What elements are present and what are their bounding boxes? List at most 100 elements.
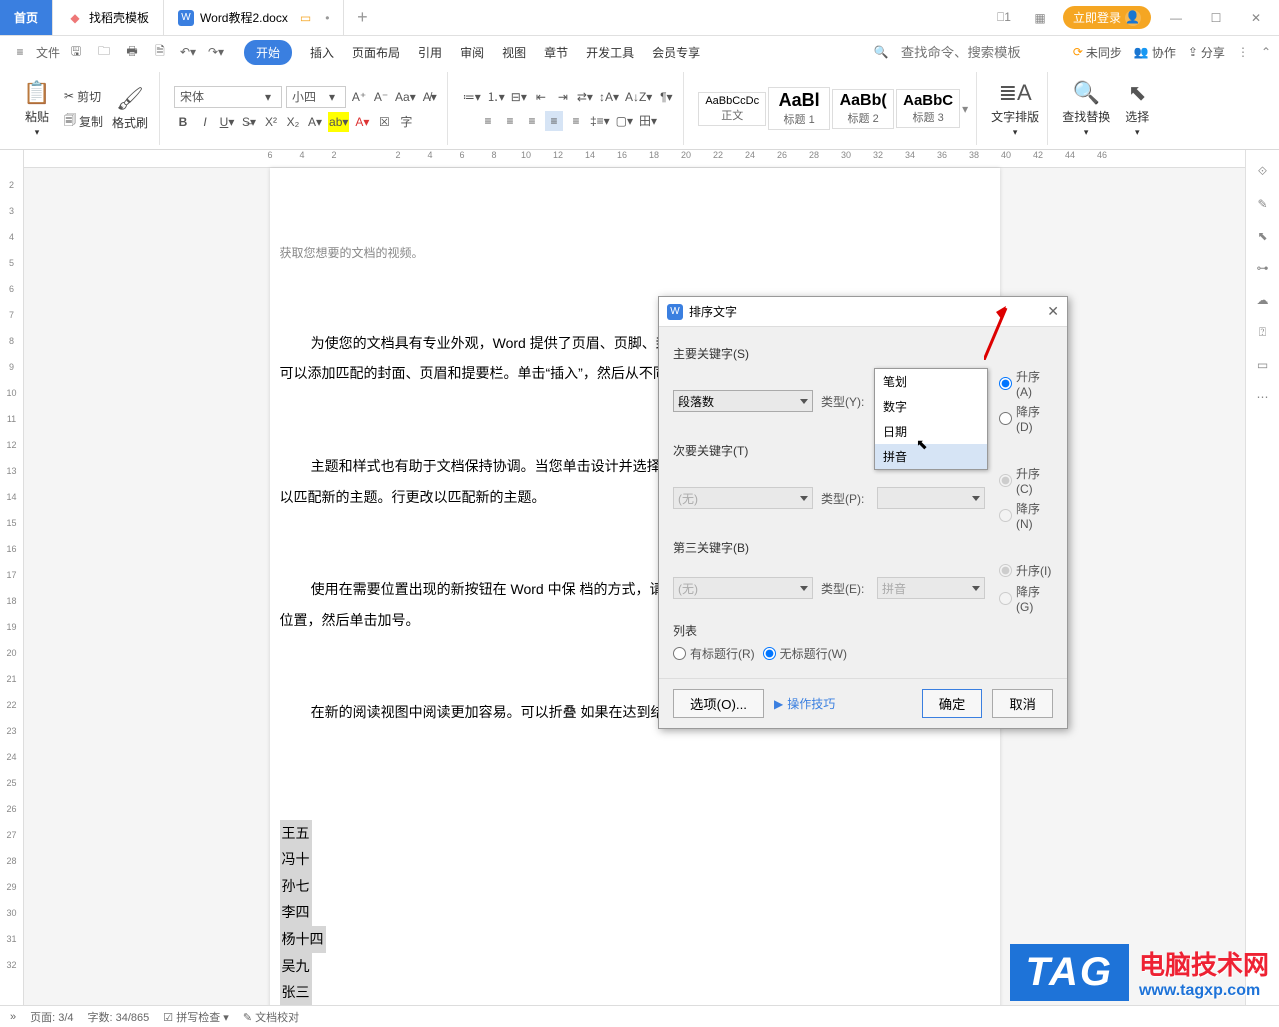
tab-layout[interactable]: 页面布局 [352, 44, 400, 61]
line-spacing-icon[interactable]: ‡≡▾ [589, 111, 611, 131]
tab-member[interactable]: 会员专享 [652, 44, 700, 61]
tab-close-icon[interactable]: • [325, 11, 329, 25]
text-direction-icon[interactable]: ↕A▾ [598, 87, 620, 107]
dropdown-item[interactable]: 拼音 [875, 444, 987, 469]
tab-insert[interactable]: 插入 [310, 44, 334, 61]
status-proof[interactable]: ✎ 文档校对 [243, 1009, 299, 1025]
style-h2[interactable]: AaBb(标题 2 [832, 89, 894, 129]
sidepanel-pen-icon[interactable]: ✎ [1257, 197, 1267, 211]
tips-link[interactable]: ▶操作技巧 [774, 695, 835, 712]
align-right-icon[interactable]: ≡ [523, 111, 541, 131]
style-h1[interactable]: AaBl标题 1 [768, 87, 830, 130]
bold-icon[interactable]: B [174, 112, 192, 132]
copy-button[interactable]: 🗐复制 [64, 110, 103, 132]
tab-settings-icon[interactable]: ⇄▾ [576, 87, 594, 107]
subscript-icon[interactable]: X₂ [284, 112, 302, 132]
desc-d-radio[interactable]: 降序(D) [999, 403, 1053, 434]
align-center-icon[interactable]: ≡ [501, 111, 519, 131]
align-justify-icon[interactable]: ≡ [545, 111, 563, 131]
redo-icon[interactable]: ↷▾ [204, 40, 228, 64]
command-search-input[interactable] [901, 45, 1061, 60]
align-distribute-icon[interactable]: ≡ [567, 111, 585, 131]
tab-start[interactable]: 开始 [244, 40, 292, 65]
sidepanel-screen-icon[interactable]: ▭ [1257, 358, 1268, 372]
sidepanel-settings-icon[interactable]: ⊶ [1257, 261, 1269, 275]
tab-add-button[interactable]: + [344, 0, 380, 35]
show-marks-icon[interactable]: ¶▾ [657, 87, 675, 107]
highlight-icon[interactable]: ab▾ [328, 112, 349, 132]
font-family-select[interactable]: 宋体▾ [174, 86, 282, 108]
tab-view[interactable]: 视图 [502, 44, 526, 61]
font-size-select[interactable]: 小四▾ [286, 86, 346, 108]
undo-icon[interactable]: ↶▾ [176, 40, 200, 64]
share-button[interactable]: ⇪分享 [1188, 44, 1225, 61]
has-header-radio[interactable]: 有标题行(R) [673, 645, 755, 662]
coop-button[interactable]: 👥协作 [1134, 44, 1176, 61]
maximize-button[interactable]: ☐ [1201, 3, 1231, 33]
collapse-ribbon-icon[interactable]: ⌃ [1261, 45, 1271, 59]
superscript-icon[interactable]: X² [262, 112, 280, 132]
name-list[interactable]: 王五冯十孙七李四杨十四吴九张三陈一周八郑二赵六钱三蒋十二韩十三褚十一 [280, 820, 990, 1005]
grow-font-icon[interactable]: A⁺ [350, 87, 368, 107]
list-item[interactable]: 张三 [280, 979, 312, 1005]
shading-icon[interactable]: ▢▾ [615, 111, 634, 131]
clear-format-icon[interactable]: A̸▾ [421, 87, 439, 107]
sidepanel-more-icon[interactable]: ⋯ [1257, 390, 1269, 404]
dialog-close-button[interactable]: ✕ [1047, 303, 1059, 320]
more-icon[interactable]: ⋮ [1237, 45, 1249, 59]
styles-more-icon[interactable]: ▾ [962, 102, 968, 116]
save-icon[interactable]: 🖫 [64, 40, 88, 64]
format-painter-button[interactable]: 🖌格式刷 [109, 86, 151, 131]
italic-icon[interactable]: I [196, 112, 214, 132]
secondary-key-select[interactable]: (无) [673, 487, 813, 509]
list-item[interactable]: 杨十四 [280, 926, 326, 953]
list-item[interactable]: 孙七 [280, 873, 312, 900]
find-replace-button[interactable]: 🔍查找替换▾ [1062, 80, 1110, 138]
close-button[interactable]: ✕ [1241, 3, 1271, 33]
apps-icon[interactable]: ▦ [1027, 5, 1053, 31]
multilevel-icon[interactable]: ⊟▾ [510, 87, 528, 107]
minimize-button[interactable]: — [1161, 3, 1191, 33]
tab-templates[interactable]: ◆ 找稻壳模板 [53, 0, 164, 35]
tab-dev[interactable]: 开发工具 [586, 44, 634, 61]
cancel-button[interactable]: 取消 [992, 689, 1053, 718]
align-left-icon[interactable]: ≡ [479, 111, 497, 131]
tab-reference[interactable]: 引用 [418, 44, 442, 61]
primary-key-select[interactable]: 段落数 [673, 390, 813, 412]
style-body[interactable]: AaBbCcDc正文 [698, 92, 766, 126]
ok-button[interactable]: 确定 [922, 689, 983, 718]
style-h3[interactable]: AaBbC标题 3 [896, 89, 960, 128]
sidepanel-help-icon[interactable]: ⍰ [1259, 325, 1266, 340]
login-button[interactable]: 立即登录 👤 [1063, 6, 1151, 29]
print-preview-icon[interactable]: 🗎 [148, 40, 172, 64]
numbering-icon[interactable]: ⒈▾ [486, 87, 506, 107]
tab-review[interactable]: 审阅 [460, 44, 484, 61]
sort-icon[interactable]: A↓Z▾ [624, 87, 653, 107]
sidepanel-ai-icon[interactable]: ⟐ [1258, 164, 1267, 179]
decrease-indent-icon[interactable]: ⇤ [532, 87, 550, 107]
list-item[interactable]: 王五 [280, 820, 312, 847]
dropdown-item[interactable]: 日期 [875, 419, 987, 444]
increase-indent-icon[interactable]: ⇥ [554, 87, 572, 107]
sidepanel-cloud-icon[interactable]: ☁ [1257, 293, 1269, 307]
select-button[interactable]: ⬉选择▾ [1116, 80, 1158, 138]
strike-icon[interactable]: S̶▾ [240, 112, 258, 132]
sidepanel-pointer-icon[interactable]: ⬉ [1257, 229, 1267, 243]
text-layout-button[interactable]: ≣A文字排版▾ [991, 80, 1039, 138]
expand-icon[interactable]: » [10, 1011, 16, 1023]
unsync-button[interactable]: ⟳未同步 [1073, 44, 1122, 61]
bullets-icon[interactable]: ≔▾ [462, 87, 482, 107]
tab-section[interactable]: 章节 [544, 44, 568, 61]
change-case-icon[interactable]: Aa▾ [394, 87, 417, 107]
status-spellcheck[interactable]: ☑ 拼写检查 ▾ [163, 1009, 229, 1025]
paste-button[interactable]: 📋粘贴▾ [16, 80, 58, 138]
tab-document[interactable]: W Word教程2.docx ▭ • [164, 0, 344, 35]
print-icon[interactable]: 🖶 [120, 40, 144, 64]
no-header-radio[interactable]: 无标题行(W) [763, 645, 847, 662]
text-effect-icon[interactable]: A▾ [306, 112, 324, 132]
asc-a-radio[interactable]: 升序(A) [999, 368, 1053, 399]
char-shading-icon[interactable]: ☒ [375, 112, 393, 132]
phonetic-icon[interactable]: 字 [397, 112, 415, 132]
list-item[interactable]: 吴九 [280, 953, 312, 980]
list-item[interactable]: 冯十 [280, 846, 312, 873]
